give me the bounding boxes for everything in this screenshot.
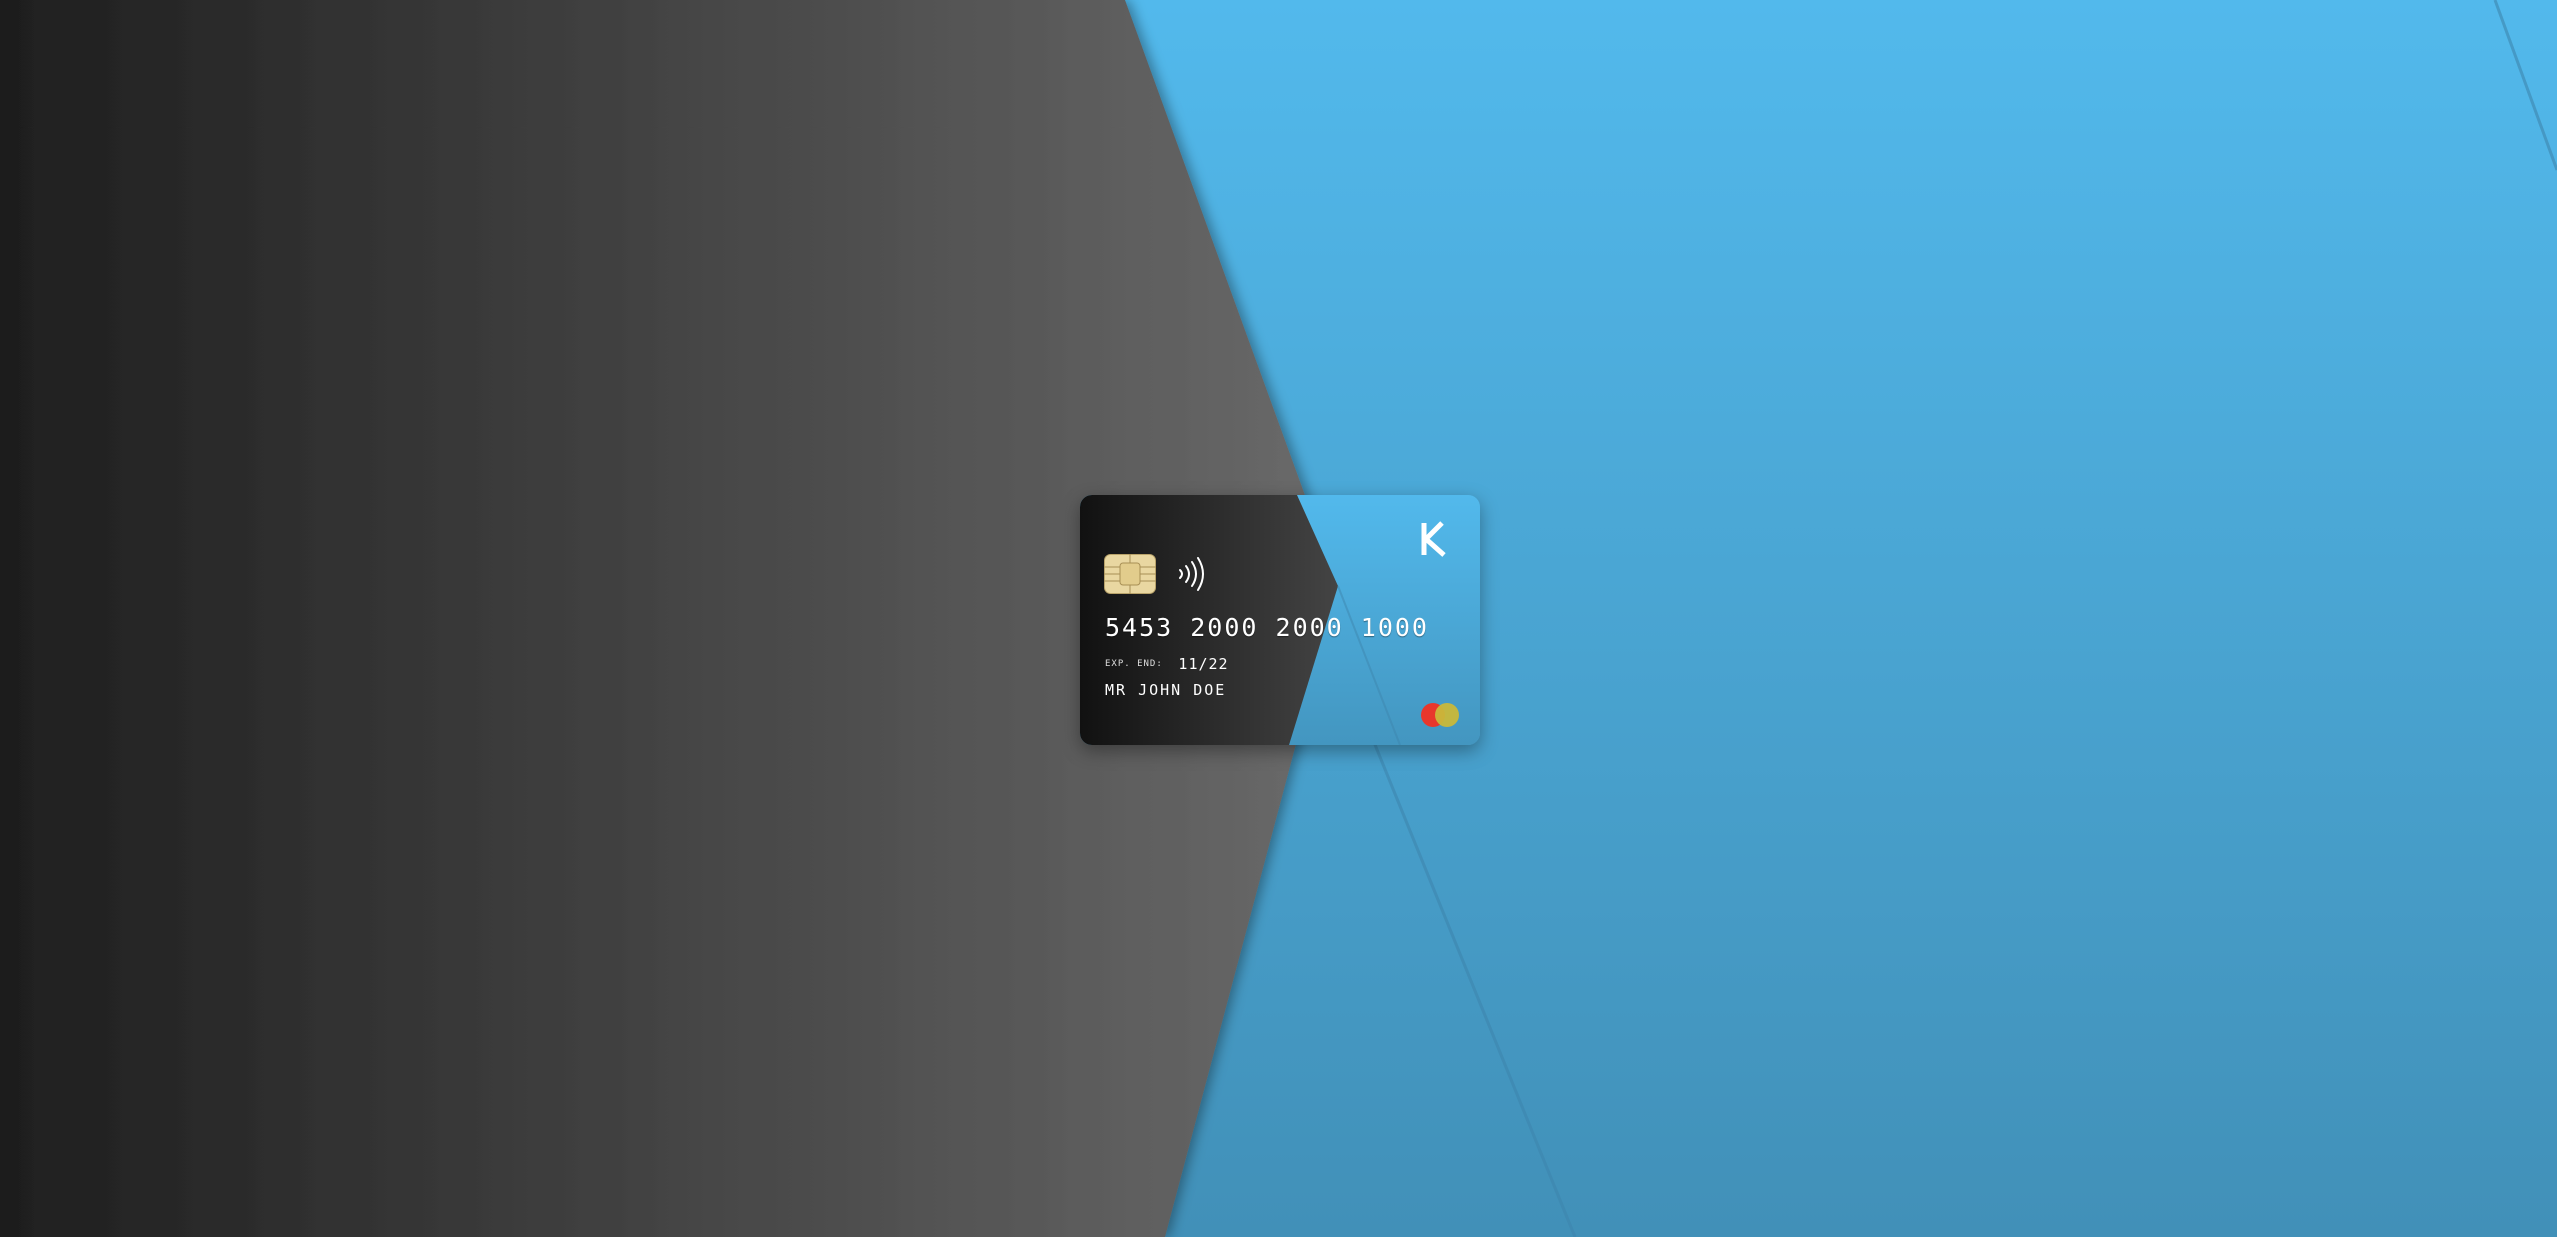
card-expiry: EXP. END: 11/22	[1105, 653, 1229, 673]
screen-background: 5453 2000 2000 1000 EXP. END: 11/22 MR J…	[0, 0, 2557, 1237]
brand-k-logo	[1421, 521, 1446, 557]
contactless-icon	[1179, 557, 1204, 591]
mastercard-logo-icon	[1421, 703, 1459, 727]
expiry-label: EXP. END:	[1105, 658, 1163, 669]
emv-chip-icon	[1104, 554, 1156, 594]
card-number: 5453 2000 2000 1000	[1105, 613, 1429, 642]
expiry-value: 11/22	[1178, 654, 1229, 673]
cardholder-name: MR JOHN DOE	[1105, 681, 1227, 699]
credit-card[interactable]: 5453 2000 2000 1000 EXP. END: 11/22 MR J…	[1080, 495, 1480, 745]
